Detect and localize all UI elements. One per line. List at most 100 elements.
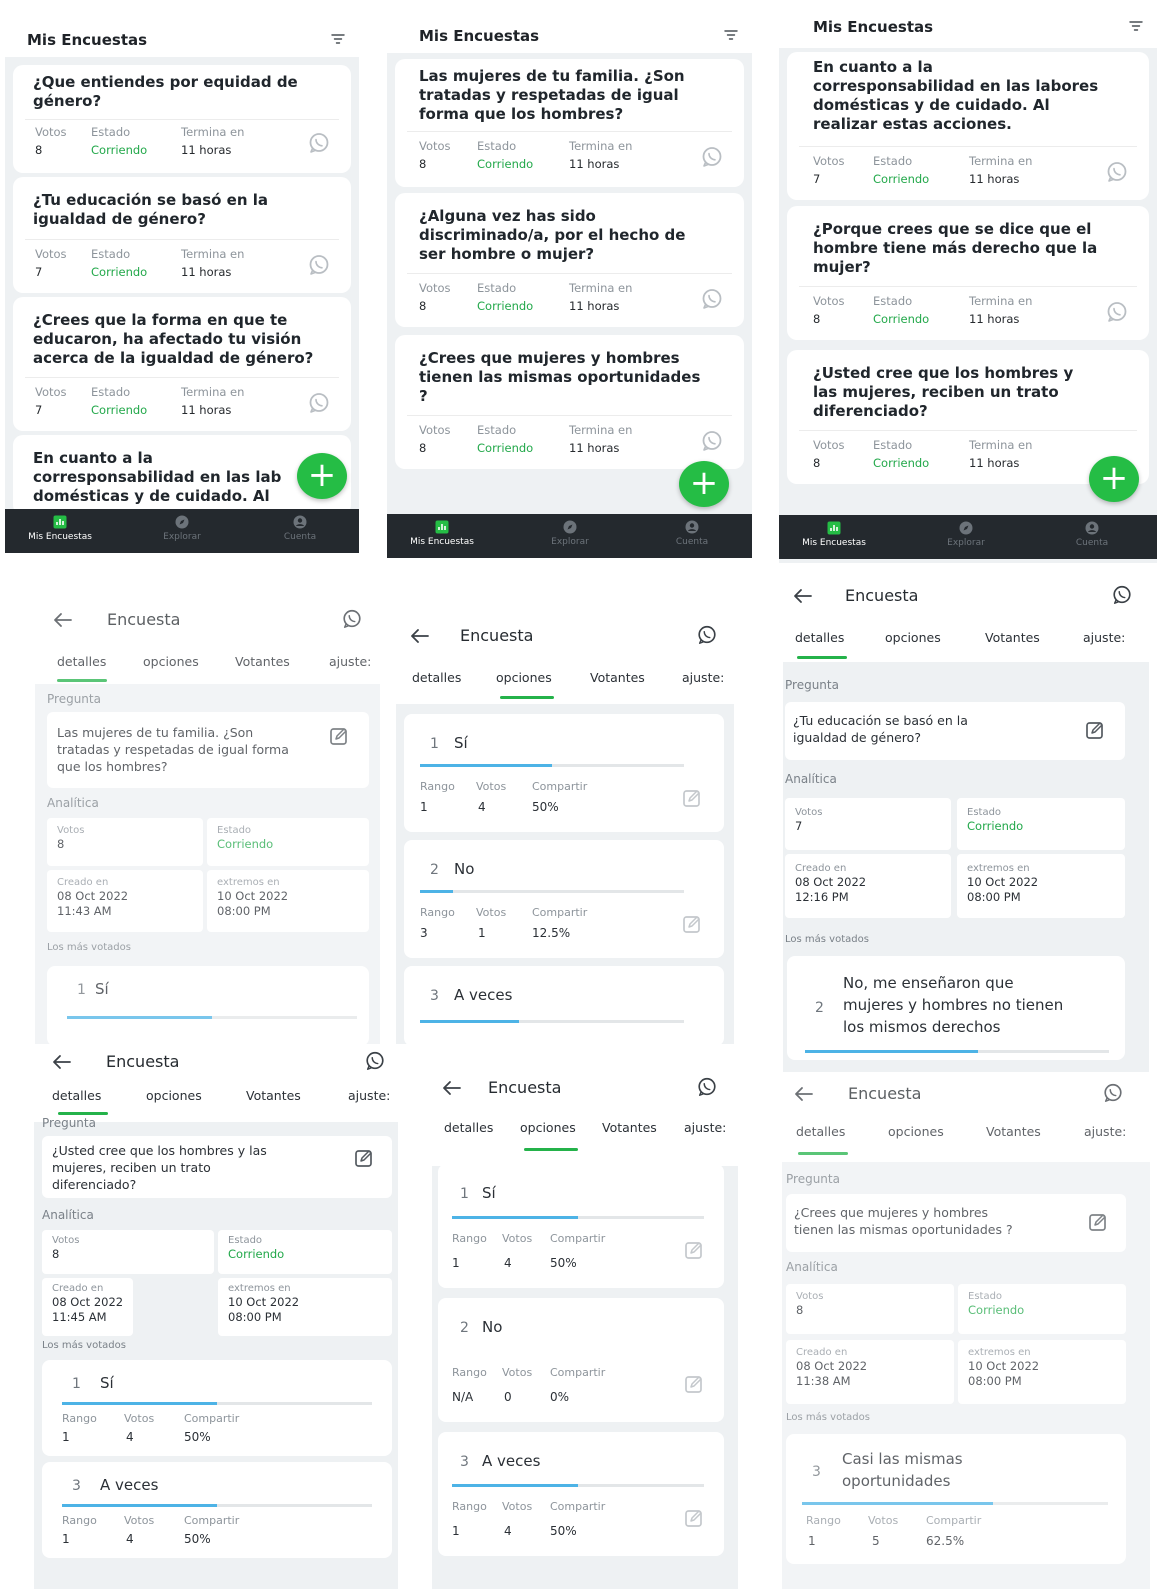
tab-details[interactable]: detalles bbox=[412, 670, 461, 685]
active-tab-indicator bbox=[58, 1112, 108, 1115]
back-arrow-icon[interactable] bbox=[52, 1054, 72, 1070]
nav-my-surveys[interactable]: Mis Encuestas bbox=[779, 521, 889, 548]
status-cell: Estado Corriendo bbox=[218, 1230, 392, 1274]
option-card: 3 A veces bbox=[404, 966, 724, 1044]
tab-voters[interactable]: Votantes bbox=[235, 654, 290, 669]
whatsapp-share-icon[interactable] bbox=[700, 429, 724, 453]
edit-icon[interactable] bbox=[1088, 1212, 1108, 1232]
range-label: Rango bbox=[452, 1366, 487, 1379]
back-arrow-icon[interactable] bbox=[53, 612, 73, 628]
filter-icon[interactable] bbox=[331, 33, 345, 45]
edit-icon[interactable] bbox=[682, 914, 702, 934]
ends-value: 11 horas bbox=[569, 157, 620, 171]
status-label: Estado bbox=[873, 294, 913, 308]
filter-icon[interactable] bbox=[724, 29, 738, 41]
edit-icon[interactable] bbox=[684, 1374, 704, 1394]
status-label: Estado bbox=[91, 247, 131, 261]
nav-account[interactable]: Cuenta bbox=[1037, 521, 1147, 548]
tab-voters[interactable]: Votantes bbox=[986, 1124, 1041, 1139]
edit-icon[interactable] bbox=[1085, 720, 1105, 740]
nav-label: Cuenta bbox=[1075, 538, 1109, 548]
edit-icon[interactable] bbox=[354, 1148, 374, 1168]
whatsapp-share-icon[interactable] bbox=[700, 145, 724, 169]
votes-label: Votos bbox=[476, 906, 507, 919]
nav-my-surveys[interactable]: Mis Encuestas bbox=[387, 520, 497, 547]
whatsapp-share-icon[interactable] bbox=[307, 253, 331, 277]
tab-settings[interactable]: ajuste: bbox=[684, 1120, 726, 1135]
tab-voters[interactable]: Votantes bbox=[985, 630, 1040, 645]
created-cell: Creado en 08 Oct 2022 11:43 AM bbox=[47, 870, 203, 932]
tab-options[interactable]: opciones bbox=[143, 654, 199, 669]
tab-settings[interactable]: ajuste: bbox=[1083, 630, 1125, 645]
nav-explore[interactable]: Explorar bbox=[911, 521, 1021, 548]
edit-icon[interactable] bbox=[684, 1508, 704, 1528]
nav-account[interactable]: Cuenta bbox=[245, 515, 355, 542]
add-survey-button[interactable]: + bbox=[1089, 456, 1139, 502]
tab-options[interactable]: opciones bbox=[885, 630, 941, 645]
back-arrow-icon[interactable] bbox=[794, 1086, 814, 1102]
add-survey-button[interactable]: + bbox=[679, 461, 729, 507]
whatsapp-share-icon[interactable] bbox=[307, 391, 331, 415]
filter-icon[interactable] bbox=[1129, 20, 1143, 32]
whatsapp-icon[interactable] bbox=[696, 624, 718, 646]
share-label: Compartir bbox=[550, 1366, 606, 1379]
status-label: Estado bbox=[228, 1235, 263, 1246]
whatsapp-icon[interactable] bbox=[364, 1050, 386, 1072]
created-label: Creado en bbox=[796, 1347, 848, 1358]
tab-details[interactable]: detalles bbox=[795, 630, 844, 645]
tab-details[interactable]: detalles bbox=[796, 1124, 845, 1139]
edit-icon[interactable] bbox=[684, 1240, 704, 1260]
tab-voters[interactable]: Votantes bbox=[602, 1120, 657, 1135]
tab-settings[interactable]: ajuste: bbox=[329, 654, 371, 669]
edit-icon[interactable] bbox=[329, 726, 349, 746]
tab-details[interactable]: detalles bbox=[444, 1120, 493, 1135]
nav-my-surveys[interactable]: Mis Encuestas bbox=[5, 515, 115, 542]
whatsapp-icon[interactable] bbox=[696, 1076, 718, 1098]
tab-settings[interactable]: ajuste: bbox=[1084, 1124, 1126, 1139]
survey-card[interactable]: ¿Porque crees que se dice que el hombre … bbox=[787, 206, 1149, 340]
whatsapp-share-icon[interactable] bbox=[1105, 160, 1129, 184]
whatsapp-icon[interactable] bbox=[1102, 1082, 1124, 1104]
survey-card[interactable]: En cuanto a la corresponsabilidad en las… bbox=[787, 52, 1149, 200]
nav-label: Explorar bbox=[947, 538, 985, 548]
ends-value: 11 horas bbox=[181, 143, 232, 157]
whatsapp-icon[interactable] bbox=[1111, 584, 1133, 606]
whatsapp-share-icon[interactable] bbox=[307, 131, 331, 155]
survey-card[interactable]: ¿Que entiendes por equidad de género? Vo… bbox=[13, 65, 351, 173]
tab-settings[interactable]: ajuste: bbox=[682, 670, 724, 685]
back-arrow-icon[interactable] bbox=[410, 628, 430, 644]
section-question: Pregunta bbox=[47, 692, 101, 706]
detail-header: Encuesta detalles opciones Votantes ajus… bbox=[396, 610, 734, 704]
survey-card[interactable]: ¿Alguna vez has sido discriminado/a, por… bbox=[395, 193, 744, 327]
tab-voters[interactable]: Votantes bbox=[590, 670, 645, 685]
tab-voters[interactable]: Votantes bbox=[246, 1088, 301, 1103]
add-survey-button[interactable]: + bbox=[297, 453, 347, 499]
tab-details[interactable]: detalles bbox=[52, 1088, 101, 1103]
whatsapp-share-icon[interactable] bbox=[1105, 300, 1129, 324]
tab-details[interactable]: detalles bbox=[57, 654, 106, 669]
tab-options[interactable]: opciones bbox=[520, 1120, 576, 1135]
nav-explore[interactable]: Explorar bbox=[127, 515, 237, 542]
survey-card[interactable]: Las mujeres de tu familia. ¿Son tratadas… bbox=[395, 59, 744, 187]
tab-settings[interactable]: ajuste: bbox=[348, 1088, 390, 1103]
back-arrow-icon[interactable] bbox=[442, 1080, 462, 1096]
votes-value: 8 bbox=[419, 441, 427, 455]
whatsapp-icon[interactable] bbox=[341, 608, 363, 630]
nav-explore[interactable]: Explorar bbox=[515, 520, 625, 547]
whatsapp-share-icon[interactable] bbox=[700, 287, 724, 311]
divider bbox=[799, 430, 1137, 431]
tab-options[interactable]: opciones bbox=[888, 1124, 944, 1139]
user-icon bbox=[685, 520, 699, 534]
votes-cell: Votos 8 bbox=[786, 1284, 954, 1334]
tab-options[interactable]: opciones bbox=[496, 670, 552, 685]
nav-account[interactable]: Cuenta bbox=[637, 520, 747, 547]
survey-card[interactable]: ¿Crees que mujeres y hombres tienen las … bbox=[395, 335, 744, 469]
option-number: 3 bbox=[812, 1464, 821, 1480]
survey-card[interactable]: ¿Crees que la forma en que te educaron, … bbox=[13, 297, 351, 431]
section-top-voted: Los más votados bbox=[785, 934, 869, 945]
tab-options[interactable]: opciones bbox=[146, 1088, 202, 1103]
back-arrow-icon[interactable] bbox=[793, 588, 813, 604]
edit-icon[interactable] bbox=[682, 788, 702, 808]
status-cell: Estado Corriendo bbox=[958, 1284, 1126, 1334]
survey-card[interactable]: ¿Tu educación se basó en la igualdad de … bbox=[13, 177, 351, 293]
